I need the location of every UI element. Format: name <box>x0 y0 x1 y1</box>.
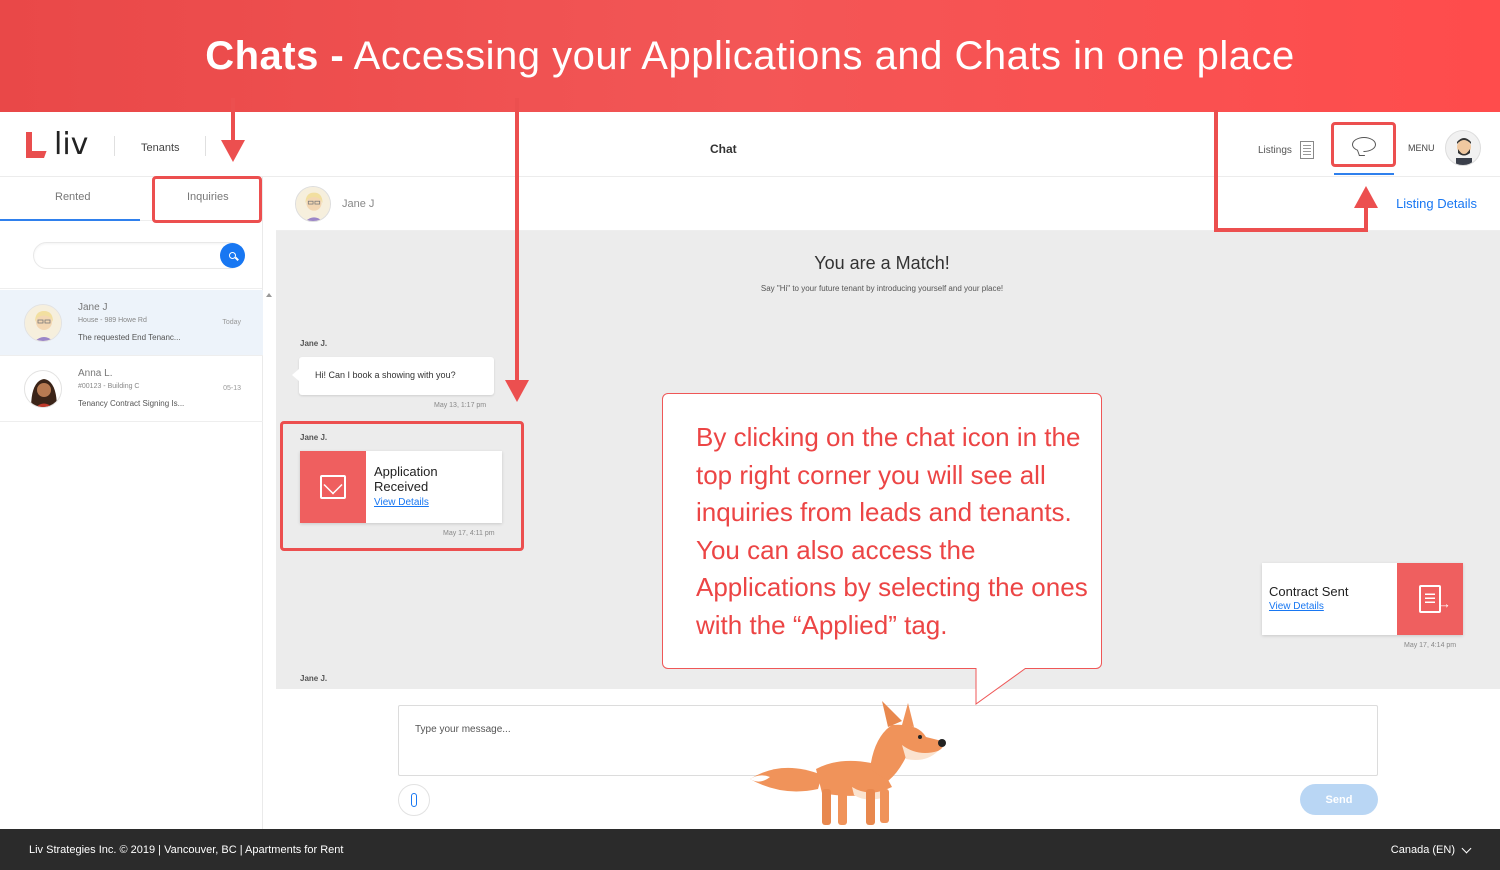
logo-text: liv <box>54 127 89 162</box>
annotation-highlight-application <box>280 421 524 551</box>
tutorial-banner: Chats - Accessing your Applications and … <box>0 0 1500 112</box>
footer-copyright: Liv Strategies Inc. © 2019 | Vancouver, … <box>29 844 344 856</box>
chevron-down-icon <box>1461 843 1472 853</box>
header-divider <box>114 136 115 156</box>
search-row <box>0 221 262 289</box>
attach-button[interactable] <box>398 784 430 816</box>
site-footer: Liv Strategies Inc. © 2019 | Vancouver, … <box>0 829 1500 870</box>
message-bubble: Hi! Can I book a showing with you? <box>292 357 494 395</box>
conversation-sidebar: Rented Inquiries Jane J House - 989 Howe… <box>0 176 263 829</box>
listing-details-link[interactable]: Listing Details <box>1396 196 1477 211</box>
chat-contact-name: Jane J <box>342 198 375 210</box>
send-button[interactable]: Send <box>1300 784 1378 815</box>
sidebar-tabs: Rented Inquiries <box>0 176 262 223</box>
match-subtitle: Say "Hi" to your future tenant by introd… <box>760 284 1004 293</box>
message-sender: Jane J. <box>300 339 328 348</box>
avatar <box>24 370 62 408</box>
conversation-time: 05-13 <box>223 385 241 392</box>
nav-tenants[interactable]: Tenants <box>141 142 180 154</box>
avatar <box>24 304 62 342</box>
tab-rented[interactable]: Rented <box>55 191 90 203</box>
conversation-listing: #00123 - Building C <box>78 383 140 390</box>
conversation-listing: House - 989 Howe Rd <box>78 317 147 324</box>
chat-button[interactable] <box>1331 122 1396 167</box>
message-sender: Jane J. <box>300 674 328 683</box>
callout-text: By clicking on the chat icon in the top … <box>696 422 1088 640</box>
fox-mascot-illustration <box>750 701 946 825</box>
conversation-name: Jane J <box>78 302 108 313</box>
conversation-preview: The requested End Tenanc... <box>78 333 181 342</box>
conversation-preview: Tenancy Contract Signing Is... <box>78 399 185 408</box>
paperclip-icon <box>411 793 417 807</box>
banner-title: Chats - Accessing your Applications and … <box>205 33 1295 78</box>
locale-selector[interactable]: Canada (EN) <box>1390 843 1472 856</box>
callout-tail <box>975 668 1027 705</box>
conversation-item[interactable]: Anna L. #00123 - Building C Tenancy Cont… <box>0 356 263 422</box>
chat-bubble-icon <box>1351 137 1376 152</box>
liv-logo[interactable]: liv <box>26 127 89 162</box>
card-title: Contract Sent <box>1269 584 1349 599</box>
header-divider <box>205 136 206 156</box>
match-title: You are a Match! <box>814 253 950 273</box>
user-avatar[interactable] <box>1445 130 1481 166</box>
contract-document-icon <box>1397 563 1463 635</box>
conversation-item[interactable]: Jane J House - 989 Howe Rd The requested… <box>0 290 263 356</box>
view-details-link[interactable]: View Details <box>1269 601 1324 612</box>
menu-button[interactable]: MENU <box>1408 143 1435 153</box>
locale-label: Canada (EN) <box>1390 844 1455 856</box>
avatar <box>295 186 331 222</box>
page-title: Chat <box>710 142 737 156</box>
annotation-callout: By clicking on the chat icon in the top … <box>662 393 1102 669</box>
nav-listings[interactable]: Listings <box>1258 141 1314 159</box>
search-icon <box>229 252 236 259</box>
annotation-highlight-inquiries <box>152 176 262 223</box>
nav-listings-label: Listings <box>1258 144 1292 156</box>
active-nav-indicator <box>1334 173 1394 175</box>
search-input[interactable] <box>33 242 243 269</box>
search-button[interactable] <box>220 243 245 268</box>
app-header: liv Tenants Chat Listings MENU <box>0 112 1500 177</box>
conversation-name: Anna L. <box>78 368 113 379</box>
scroll-up-arrow-icon[interactable] <box>266 293 272 297</box>
contract-sent-card[interactable]: Contract Sent View Details <box>1262 563 1463 635</box>
building-icon <box>1299 141 1314 159</box>
conversation-time: Today <box>222 319 241 326</box>
message-timestamp: May 13, 1:17 pm <box>434 402 487 409</box>
message-timestamp: May 17, 4:14 pm <box>1404 642 1457 649</box>
chat-header: Jane J Listing Details <box>276 177 1500 231</box>
logo-mark-icon <box>26 132 47 158</box>
